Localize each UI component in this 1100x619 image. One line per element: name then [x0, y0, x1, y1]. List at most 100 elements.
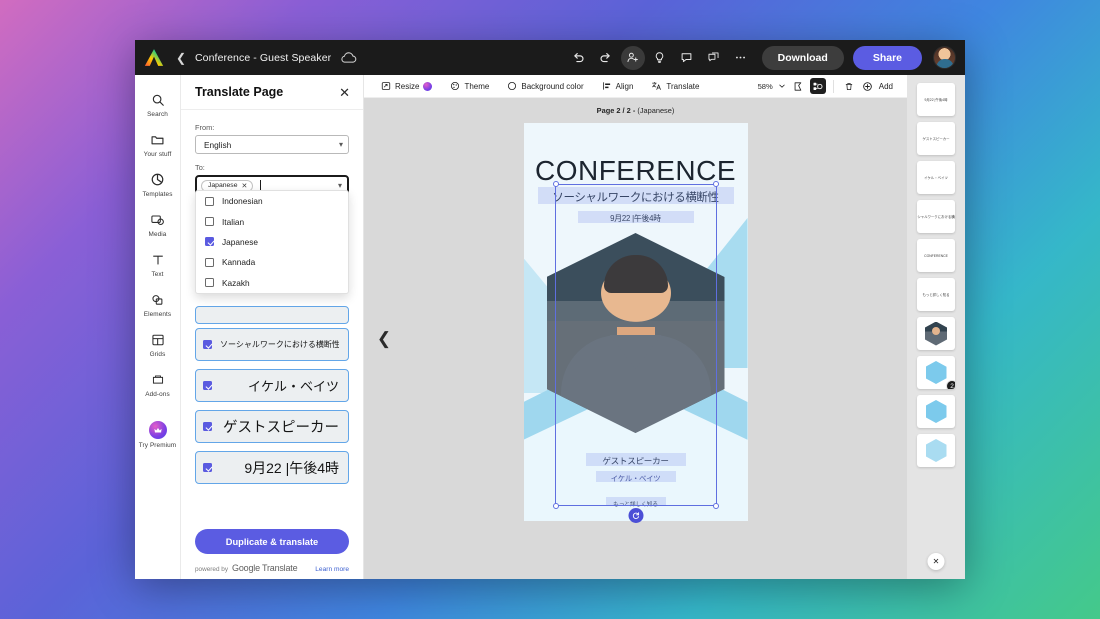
- sidebar-item-elements[interactable]: Elements: [135, 284, 181, 324]
- layer-item[interactable]: ソーシャルワークにおける横断性: [917, 200, 955, 233]
- string-row[interactable]: 9月22 |午後4時: [195, 451, 349, 484]
- layer-item[interactable]: イケル・ベイツ: [917, 161, 955, 194]
- adobe-express-logo: [144, 49, 164, 66]
- titlebar-actions: Download Share: [567, 45, 956, 70]
- poster-title[interactable]: CONFERENCE: [524, 155, 748, 187]
- layer-item-shape[interactable]: [917, 395, 955, 428]
- workspace: Search Your stuff Templates Media Text E…: [135, 75, 965, 579]
- string-row[interactable]: イケル・ベイツ: [195, 369, 349, 402]
- sidebar-item-templates[interactable]: Templates: [135, 164, 181, 204]
- layers-rail[interactable]: 9月22 |午後4時 ゲストスピーカー イケル・ベイツ ソーシャルワークにおける…: [907, 75, 965, 579]
- checkbox[interactable]: [205, 278, 214, 288]
- string-text: 9月22 |午後4時: [244, 459, 339, 476]
- tool-align[interactable]: Align: [593, 77, 643, 95]
- duplicate-and-translate-button[interactable]: Duplicate & translate: [195, 529, 349, 554]
- dropdown-option[interactable]: Japanese: [196, 232, 348, 252]
- chip-remove-icon[interactable]: ✕: [241, 182, 247, 190]
- string-row[interactable]: ソーシャルワークにおける横断性: [195, 328, 349, 361]
- delete-icon[interactable]: [841, 78, 857, 94]
- poster-cta[interactable]: もっと詳しく知る: [524, 499, 748, 508]
- layer-item-photo[interactable]: [917, 317, 955, 350]
- tool-resize[interactable]: Resize: [372, 77, 441, 95]
- from-language-select[interactable]: English ▾: [195, 135, 349, 154]
- invite-collaborator-icon[interactable]: [620, 45, 645, 70]
- checkbox[interactable]: [205, 196, 214, 206]
- checkbox[interactable]: [205, 237, 214, 247]
- chevron-down-icon: ▾: [338, 140, 343, 149]
- sidebar-item-grids[interactable]: Grids: [135, 324, 181, 364]
- canvas[interactable]: Page 2 / 2 - (Japanese) ❮ CONFERENCE ソーシ…: [364, 98, 907, 579]
- close-icon[interactable]: ✕: [339, 86, 350, 99]
- tool-background-color[interactable]: Background color: [498, 77, 592, 95]
- dropdown-option[interactable]: Kannada: [196, 252, 348, 272]
- media-icon: [149, 211, 166, 228]
- dropdown-option-label: Kazakh: [222, 277, 250, 288]
- layer-item-shape-group[interactable]: 2: [917, 356, 955, 389]
- photo-detail: [603, 255, 668, 293]
- poster-artboard[interactable]: CONFERENCE ソーシャルワークにおける横断性 9月22 |午後4時 ゲス…: [523, 123, 748, 521]
- chevron-down-icon[interactable]: ▾: [338, 181, 342, 190]
- comments-icon[interactable]: [675, 46, 699, 70]
- more-options-icon[interactable]: [729, 46, 753, 70]
- dropdown-option[interactable]: Italian: [196, 211, 348, 231]
- string-row[interactable]: ゲストスピーカー: [195, 410, 349, 443]
- hexagon-icon: [925, 361, 947, 384]
- close-icon[interactable]: ✕: [927, 553, 945, 570]
- dropdown-option[interactable]: Indonesian: [196, 191, 348, 211]
- tool-theme[interactable]: Theme: [441, 77, 498, 95]
- sidebar-item-add-ons[interactable]: Add-ons: [135, 364, 181, 404]
- add-ons-icon: [149, 371, 166, 388]
- layer-item[interactable]: ゲストスピーカー: [917, 122, 955, 155]
- previous-page-button[interactable]: ❮: [373, 324, 395, 354]
- checkbox[interactable]: [203, 422, 212, 431]
- add-label[interactable]: Add: [879, 82, 897, 91]
- background-color-icon: [507, 81, 517, 91]
- ideas-lightbulb-icon[interactable]: [648, 46, 672, 70]
- tool-translate[interactable]: Translate: [642, 77, 708, 95]
- sidebar-item-search[interactable]: Search: [135, 84, 181, 124]
- version-history-icon[interactable]: [702, 46, 726, 70]
- sidebar-item-media[interactable]: Media: [135, 204, 181, 244]
- dropdown-option[interactable]: Kazakh: [196, 273, 348, 293]
- redo-button[interactable]: [594, 46, 618, 70]
- back-button[interactable]: ❮: [173, 47, 189, 69]
- page-indicator-number: Page 2 / 2 -: [596, 106, 636, 115]
- chevron-down-icon[interactable]: [776, 78, 788, 94]
- poster-speaker-name[interactable]: イケル・ベイツ: [524, 473, 748, 484]
- checkbox[interactable]: [205, 217, 214, 227]
- poster-subtitle[interactable]: ソーシャルワークにおける横断性: [524, 189, 748, 205]
- string-text: イケル・ベイツ: [247, 379, 339, 394]
- layer-item[interactable]: 9月22 |午後4時: [917, 83, 955, 116]
- zoom-level[interactable]: 58%: [758, 82, 773, 91]
- editor-toolbar: Resize Theme Background color Align Tran…: [364, 75, 907, 98]
- share-button[interactable]: Share: [852, 45, 922, 70]
- grids-icon: [149, 331, 166, 348]
- checkbox[interactable]: [205, 257, 214, 267]
- poster-date[interactable]: 9月22 |午後4時: [524, 213, 748, 224]
- hexagon-icon: [925, 439, 947, 462]
- sidebar-item-label: Elements: [143, 311, 172, 318]
- layer-item-shape[interactable]: [917, 434, 955, 467]
- checkbox[interactable]: [203, 340, 212, 349]
- animate-icon[interactable]: [791, 78, 807, 94]
- download-button[interactable]: Download: [761, 45, 844, 70]
- sidebar-item-try-premium[interactable]: Try Premium: [135, 414, 181, 455]
- sidebar-item-label: Grids: [149, 351, 166, 358]
- layer-item[interactable]: CONFERENCE: [917, 239, 955, 272]
- rotate-icon[interactable]: [628, 508, 643, 523]
- string-row-partial: [195, 306, 349, 324]
- translate-panel-header: Translate Page ✕: [181, 75, 363, 110]
- plus-circle-icon[interactable]: [860, 78, 876, 94]
- undo-button[interactable]: [567, 46, 591, 70]
- checkbox[interactable]: [203, 463, 212, 472]
- checkbox[interactable]: [203, 381, 212, 390]
- learn-more-link[interactable]: Learn more: [315, 566, 349, 573]
- language-dropdown[interactable]: Indonesian Italian Japanese Kannada Kaza…: [195, 190, 349, 294]
- elements-icon: [149, 291, 166, 308]
- layer-item[interactable]: もっと詳しく知る: [917, 278, 955, 311]
- avatar[interactable]: [933, 46, 956, 69]
- sidebar-item-text[interactable]: Text: [135, 244, 181, 284]
- layers-icon[interactable]: [809, 78, 826, 94]
- sidebar-item-your-stuff[interactable]: Your stuff: [135, 124, 181, 164]
- poster-speaker-label[interactable]: ゲストスピーカー: [524, 455, 748, 467]
